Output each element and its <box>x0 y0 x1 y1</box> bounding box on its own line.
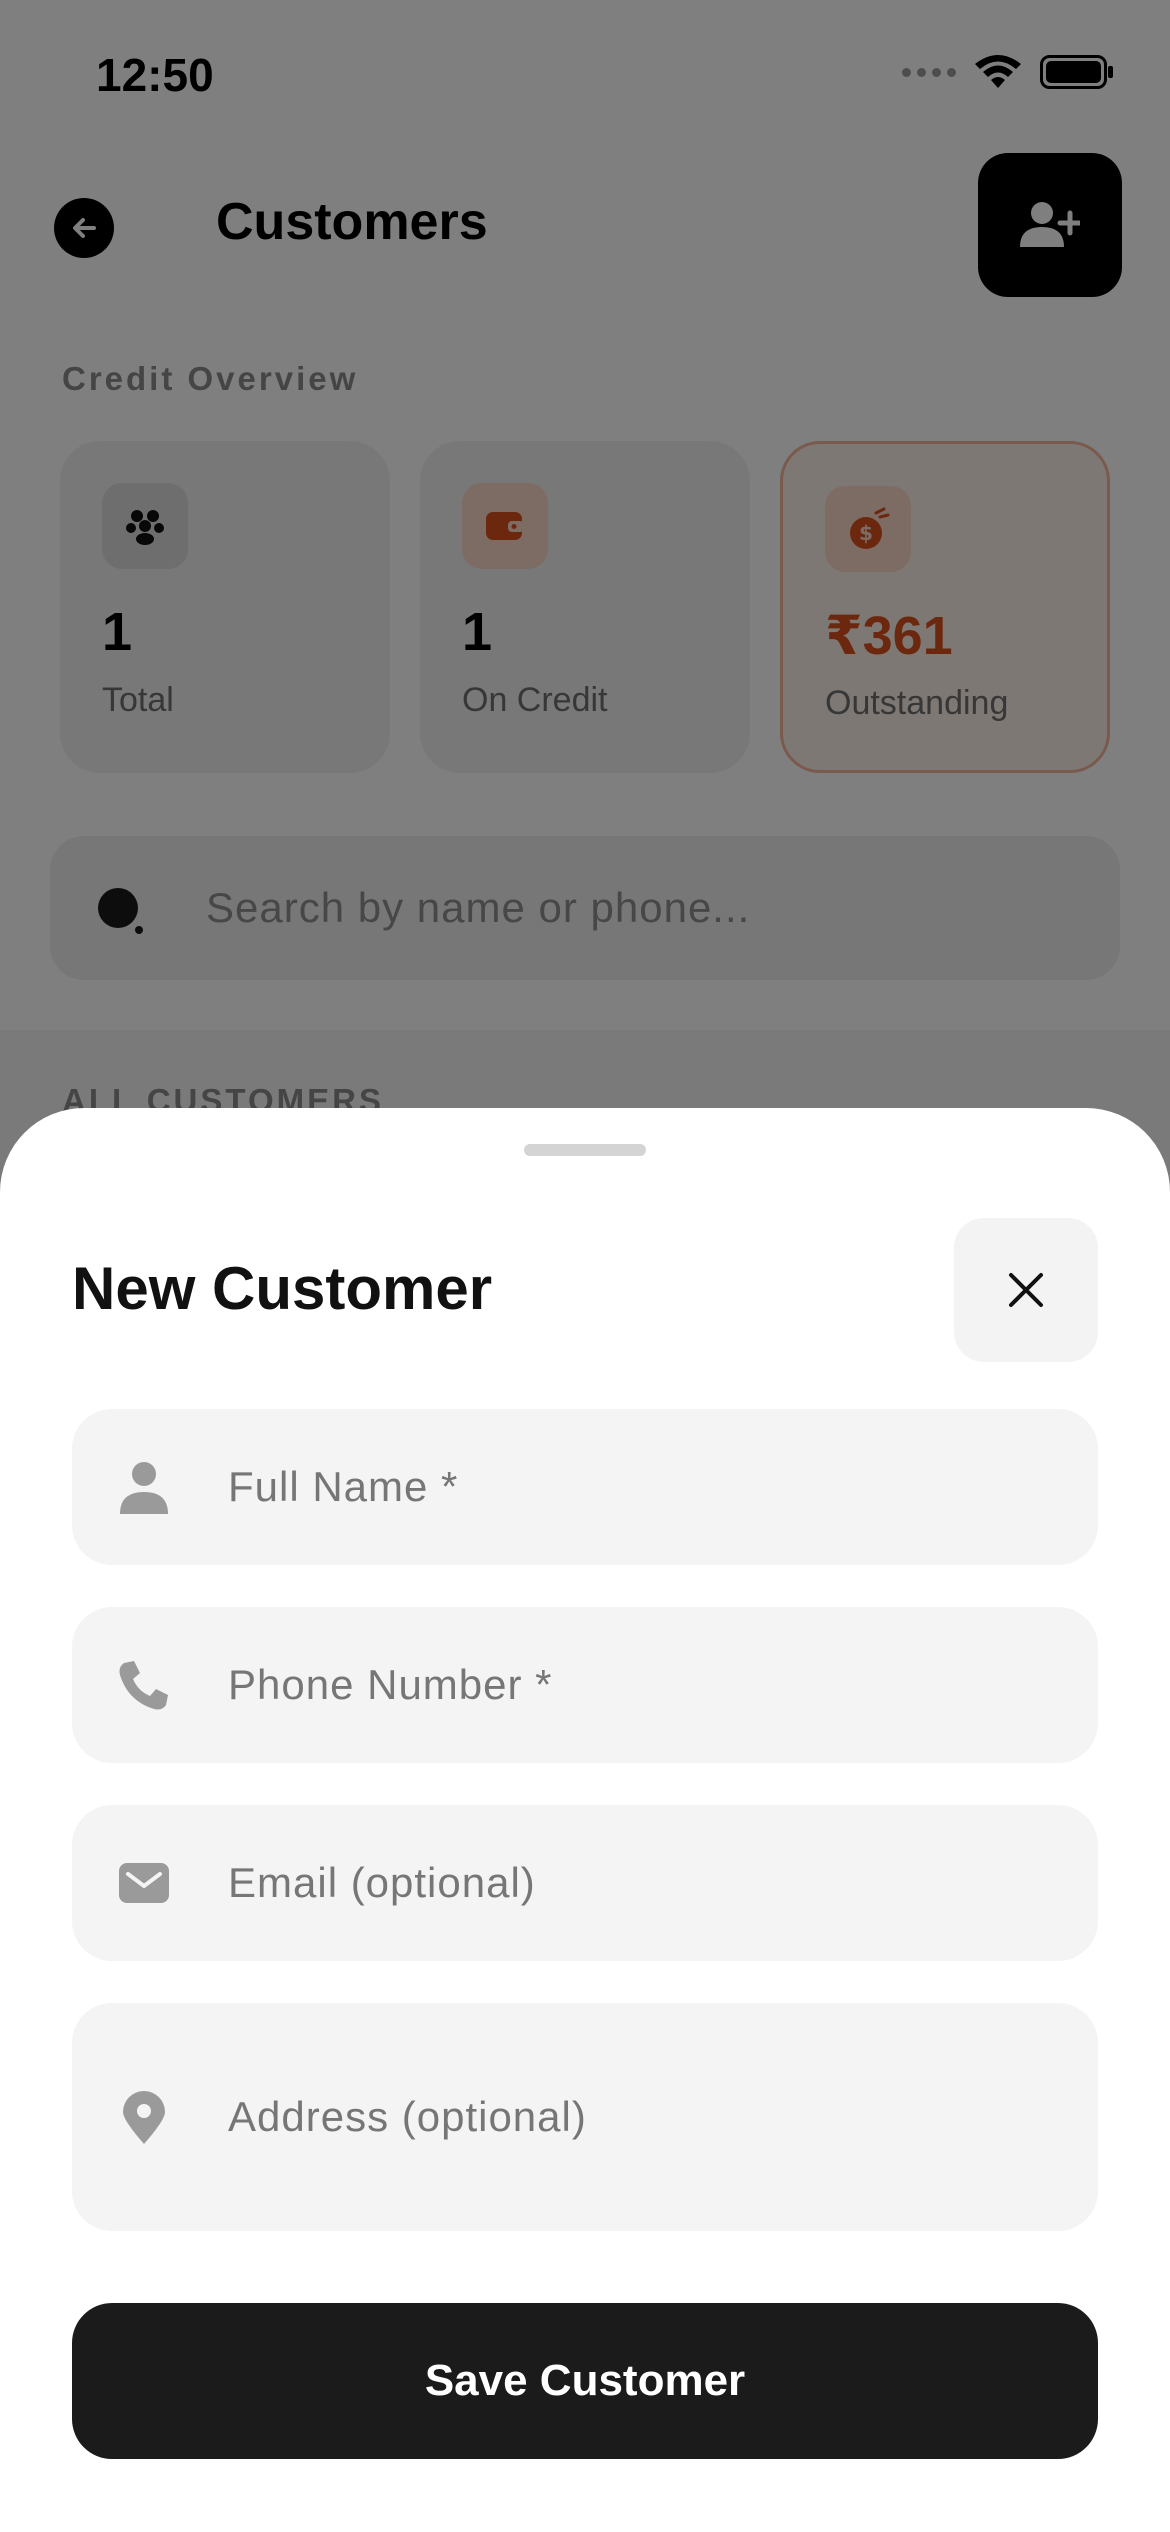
person-icon <box>116 1459 172 1515</box>
sheet-drag-handle[interactable] <box>524 1144 646 1156</box>
full-name-input[interactable] <box>228 1409 1068 1565</box>
save-customer-button[interactable]: Save Customer <box>72 2303 1098 2459</box>
mail-icon <box>116 1855 172 1911</box>
email-field[interactable] <box>72 1805 1098 1961</box>
customers-screen: 12:50 Customers Credit Overview <box>0 0 1170 2532</box>
location-pin-icon <box>116 2089 172 2145</box>
email-input[interactable] <box>228 1805 1068 1961</box>
phone-icon <box>116 1657 172 1713</box>
close-icon <box>1009 1273 1043 1307</box>
sheet-title: New Customer <box>72 1255 493 1322</box>
phone-number-input[interactable] <box>228 1607 1068 1763</box>
full-name-field[interactable] <box>72 1409 1098 1565</box>
phone-number-field[interactable] <box>72 1607 1098 1763</box>
close-button[interactable] <box>954 1218 1098 1362</box>
address-input[interactable] <box>228 2003 1068 2231</box>
new-customer-sheet: New Customer Full Name * Phone Number * … <box>0 1108 1170 2532</box>
address-field[interactable] <box>72 2003 1098 2231</box>
